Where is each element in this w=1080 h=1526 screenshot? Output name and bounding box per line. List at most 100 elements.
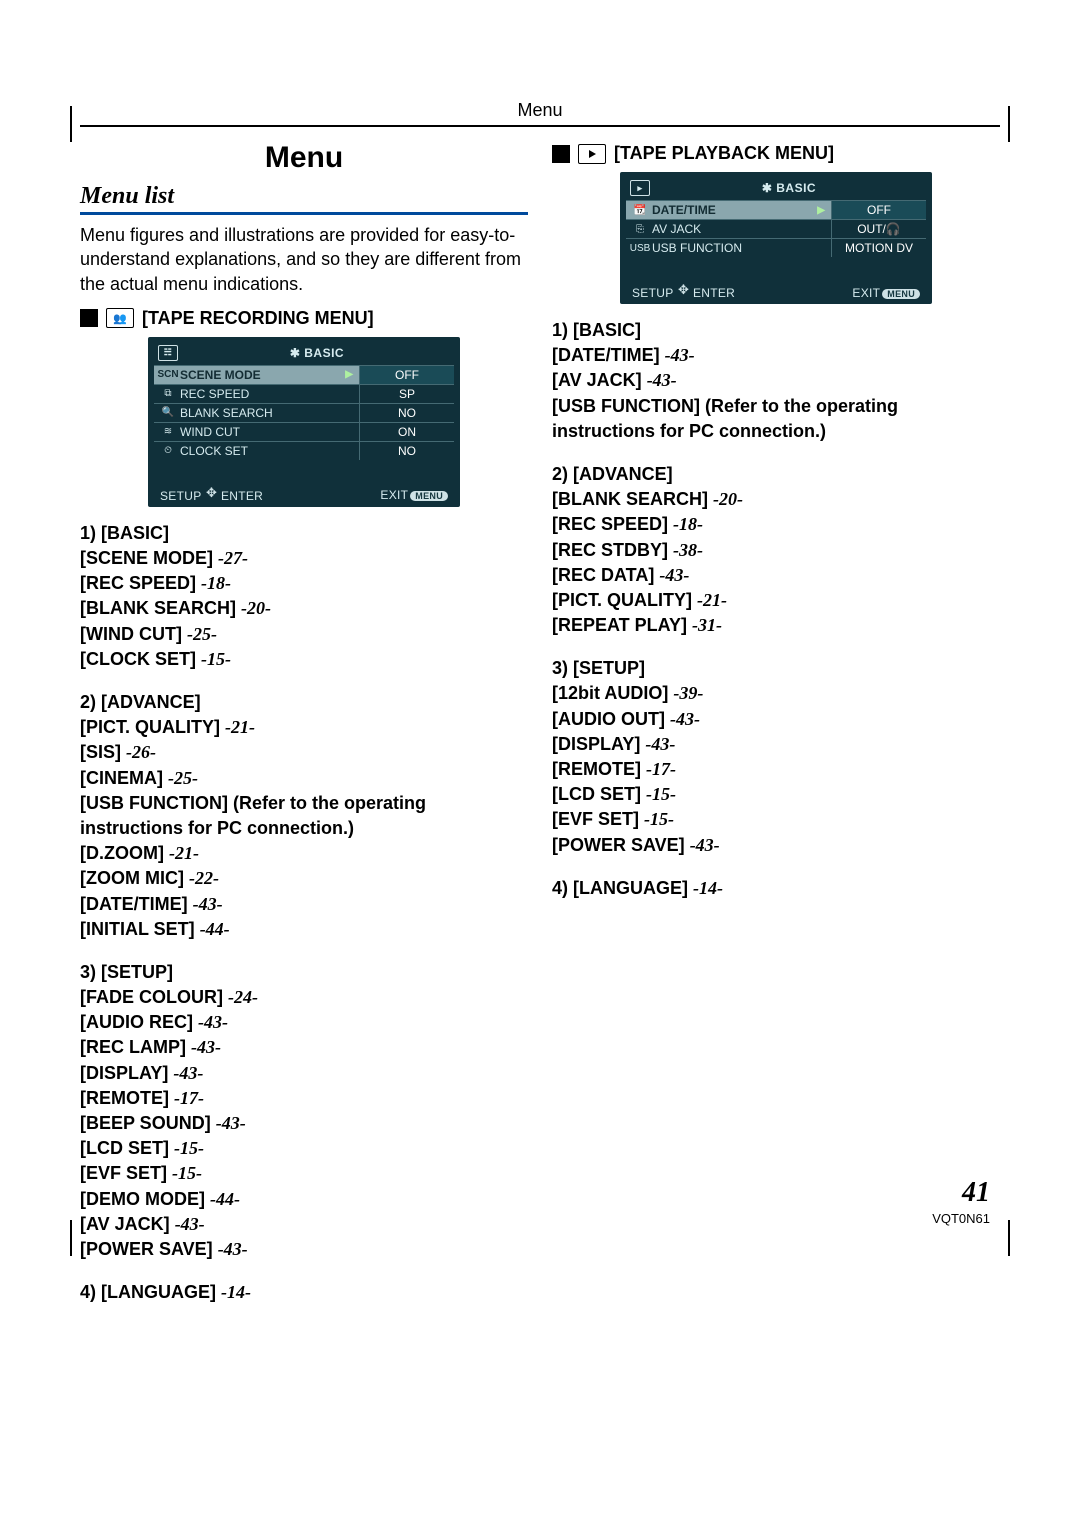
lcd-footer: SETUP ENTER EXITMENU [626,281,926,300]
menu-item: [EVF SET] -15- [80,1161,528,1186]
page-ref: -20- [713,489,743,509]
lcd-item-label: AV JACK [652,222,701,236]
menu-group: 1) [BASIC][SCENE MODE] -27-[REC SPEED] -… [80,521,528,672]
menu-group-heading: 3) [SETUP] [80,960,528,985]
lcd-item-icon: ≋ [160,426,176,437]
lcd-row: 📆 DATE/TIME ▶ OFF [626,200,926,219]
page-ref: -27- [218,548,248,568]
recording-menu-label: [TAPE RECORDING MENU] [142,308,374,329]
menu-item: [DEMO MODE] -44- [80,1187,528,1212]
lcd-item-label: WIND CUT [180,425,240,439]
page-ref: -15- [174,1138,204,1158]
square-bullet-icon [552,145,570,163]
menu-item: [BLANK SEARCH] -20- [552,487,1000,512]
menu-item: [AUDIO REC] -43- [80,1010,528,1035]
lcd-row: ≋ WIND CUT ON [154,422,454,441]
lcd-tab-label: ✱ BASIC [184,346,450,360]
page-ref: -43- [690,835,720,855]
menu-group-heading: 3) [SETUP] [552,656,1000,681]
menu-item: [AUDIO OUT] -43- [552,707,1000,732]
menu-item: [REC STDBY] -38- [552,538,1000,563]
lcd-item-icon: ⧉ [160,388,176,399]
page-ref: -43- [645,734,675,754]
playback-mode-icon [578,144,606,164]
camera-mode-icon: 👥 [106,308,134,328]
menu-item: [CLOCK SET] -15- [80,647,528,672]
menu-item: [SCENE MODE] -27- [80,546,528,571]
page-ref: -43- [191,1037,221,1057]
page-ref: -43- [175,1214,205,1234]
page-ref: -25- [187,624,217,644]
lcd-item-icon: 🔍 [160,407,176,418]
page-ref: -39- [673,683,703,703]
page-ref: -21- [225,717,255,737]
page-ref: -31- [692,615,722,635]
page-footer: 41 VQT0N61 [932,1177,990,1226]
section-heading: Menu list [80,183,528,215]
menu-item: [REC LAMP] -43- [80,1035,528,1060]
lcd-item-value: OFF [359,366,454,384]
menu-item: [PICT. QUALITY] -21- [80,715,528,740]
menu-item: [BEEP SOUND] -43- [80,1111,528,1136]
lcd-item-label: BLANK SEARCH [180,406,273,420]
menu-item: [INITIAL SET] -44- [80,917,528,942]
page-ref: -43- [218,1239,248,1259]
lcd-item-label: SCENE MODE [180,368,261,382]
right-column: [TAPE PLAYBACK MENU] ▸ ✱ BASIC 📆 DATE/TI… [552,137,1000,1323]
lcd-footer-exit: EXITMENU [380,488,448,502]
menu-item: [REMOTE] -17- [552,757,1000,782]
lcd-row: ⎘ AV JACK OUT/🎧 [626,219,926,238]
menu-item: [SIS] -26- [80,740,528,765]
menu-item: [REC SPEED] -18- [80,571,528,596]
page-title: Menu [80,141,528,175]
menu-item: [12bit AUDIO] -39- [552,681,1000,706]
crop-mark [70,106,72,142]
page-ref: -43- [670,709,700,729]
menu-group: 4) [LANGUAGE] -14- [552,876,1000,901]
lcd-footer-exit: EXITMENU [852,286,920,300]
menu-item: [POWER SAVE] -43- [80,1237,528,1262]
menu-group: 1) [BASIC][DATE/TIME] -43-[AV JACK] -43-… [552,318,1000,444]
lcd-item-label: DATE/TIME [652,203,716,217]
page-ref: -17- [174,1088,204,1108]
crop-mark [70,1220,72,1256]
crop-mark [1008,106,1010,142]
lcd-item-value: NO [359,442,454,460]
page-ref: -14- [221,1282,251,1302]
menu-group: 4) [LANGUAGE] -14- [80,1280,528,1305]
menu-item: [LCD SET] -15- [552,782,1000,807]
lcd-footer: SETUP ENTER EXITMENU [154,484,454,503]
page-ref: -18- [673,514,703,534]
running-header: Menu [80,100,1000,121]
page-ref: -25- [168,768,198,788]
lcd-row: SCN SCENE MODE ▶ OFF [154,365,454,384]
menu-item: [DATE/TIME] -43- [552,343,1000,368]
menu-item: [USB FUNCTION] (Refer to the operating i… [552,394,1000,444]
menu-item: [BLANK SEARCH] -20- [80,596,528,621]
page-ref: -20- [241,598,271,618]
page-ref: -15- [644,809,674,829]
lcd-item-icon: ⎘ [632,224,648,235]
page-ref: -22- [189,868,219,888]
lcd-item-value: SP [359,385,454,403]
menu-item: [REPEAT PLAY] -31- [552,613,1000,638]
lcd-item-value: OUT/🎧 [831,220,926,238]
lcd-item-icon: ⏲ [160,445,176,456]
menu-item: [DATE/TIME] -43- [80,892,528,917]
page-ref: -15- [172,1163,202,1183]
menu-group-heading: 2) [ADVANCE] [552,462,1000,487]
menu-item: [POWER SAVE] -43- [552,833,1000,858]
page-ref: -14- [693,878,723,898]
square-bullet-icon [80,309,98,327]
section-title: Menu list [80,183,528,210]
lcd-row: 🔍 BLANK SEARCH NO [154,403,454,422]
page-number: 41 [932,1177,990,1209]
playback-menu-screenshot: ▸ ✱ BASIC 📆 DATE/TIME ▶ OFF ⎘ [620,172,932,304]
recording-menu-screenshot: ☵ ✱ BASIC SCN SCENE MODE ▶ OFF [148,337,460,507]
joystick-icon [679,285,691,297]
menu-item: [ZOOM MIC] -22- [80,866,528,891]
left-column: Menu Menu list Menu figures and illustra… [80,137,528,1323]
menu-group-heading: 1) [BASIC] [552,318,1000,343]
menu-group: 2) [ADVANCE][BLANK SEARCH] -20-[REC SPEE… [552,462,1000,638]
recording-menu-heading: 👥 [TAPE RECORDING MENU] [80,308,528,329]
